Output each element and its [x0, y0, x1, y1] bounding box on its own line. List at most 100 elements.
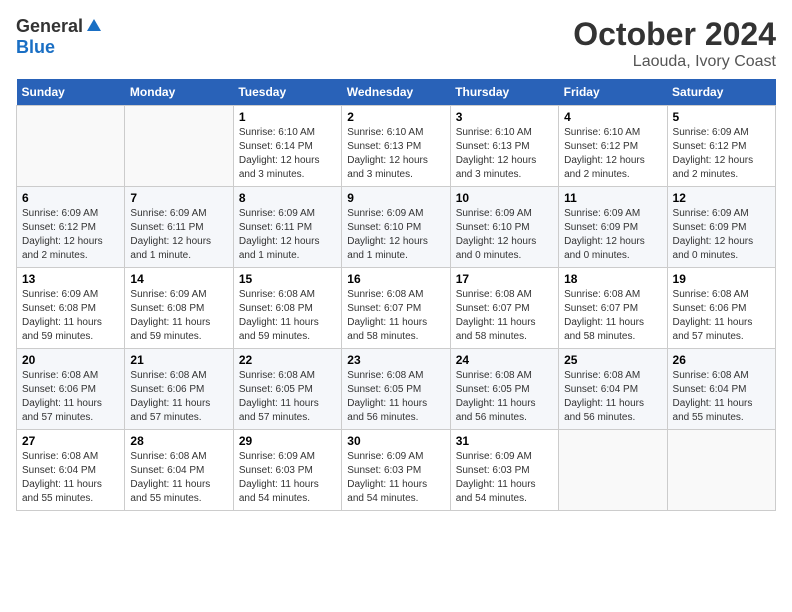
calendar-cell: 1 Sunrise: 6:10 AM Sunset: 6:14 PM Daylig…	[233, 106, 341, 187]
day-info: Sunrise: 6:08 AM Sunset: 6:05 PM Dayligh…	[239, 369, 336, 425]
calendar-cell: 2 Sunrise: 6:10 AM Sunset: 6:13 PM Daylig…	[342, 106, 450, 187]
weekday-header-sunday: Sunday	[17, 79, 125, 106]
day-number: 25	[564, 353, 661, 367]
calendar-cell: 31 Sunrise: 6:09 AM Sunset: 6:03 PM Dayli…	[450, 430, 558, 511]
day-info: Sunrise: 6:08 AM Sunset: 6:07 PM Dayligh…	[456, 288, 553, 344]
logo-icon	[85, 17, 103, 35]
day-number: 3	[456, 110, 553, 124]
day-info: Sunrise: 6:10 AM Sunset: 6:13 PM Dayligh…	[456, 126, 553, 182]
calendar-cell: 29Sunrise: 6:09 AM Sunset: 6:03 PM Dayli…	[233, 430, 341, 511]
weekday-header-wednesday: Wednesday	[342, 79, 450, 106]
calendar-cell: 19Sunrise: 6:08 AM Sunset: 6:06 PM Dayli…	[667, 268, 775, 349]
calendar-subtitle: Laouda, Ivory Coast	[573, 53, 776, 71]
logo-general-text: General	[16, 16, 83, 37]
day-info: Sunrise: 6:09 AM Sunset: 6:08 PM Dayligh…	[130, 288, 227, 344]
weekday-header-thursday: Thursday	[450, 79, 558, 106]
day-number: 17	[456, 272, 553, 286]
calendar-cell: 21 Sunrise: 6:08 AM Sunset: 6:06 PM Dayli…	[125, 349, 233, 430]
calendar-cell: 12 Sunrise: 6:09 AM Sunset: 6:09 PM Dayli…	[667, 187, 775, 268]
calendar-cell: 10 Sunrise: 6:09 AM Sunset: 6:10 PM Dayli…	[450, 187, 558, 268]
calendar-table: SundayMondayTuesdayWednesdayThursdayFrid…	[16, 79, 776, 511]
day-info: Sunrise: 6:09 AM Sunset: 6:09 PM Dayligh…	[673, 207, 770, 263]
day-number: 14	[130, 272, 227, 286]
day-number: 13	[22, 272, 119, 286]
day-number: 26	[673, 353, 770, 367]
weekday-header-monday: Monday	[125, 79, 233, 106]
calendar-cell: 30Sunrise: 6:09 AM Sunset: 6:03 PM Dayli…	[342, 430, 450, 511]
day-number: 16	[347, 272, 444, 286]
calendar-cell: 7 Sunrise: 6:09 AM Sunset: 6:11 PM Daylig…	[125, 187, 233, 268]
day-info: Sunrise: 6:09 AM Sunset: 6:11 PM Dayligh…	[239, 207, 336, 263]
header: General Blue October 2024 Laouda, Ivory …	[16, 16, 776, 71]
calendar-cell: 22Sunrise: 6:08 AM Sunset: 6:05 PM Dayli…	[233, 349, 341, 430]
weekday-header-tuesday: Tuesday	[233, 79, 341, 106]
day-info: Sunrise: 6:09 AM Sunset: 6:03 PM Dayligh…	[456, 450, 553, 506]
day-number: 15	[239, 272, 336, 286]
calendar-cell: 11Sunrise: 6:09 AM Sunset: 6:09 PM Dayli…	[559, 187, 667, 268]
day-info: Sunrise: 6:08 AM Sunset: 6:04 PM Dayligh…	[673, 369, 770, 425]
day-info: Sunrise: 6:08 AM Sunset: 6:08 PM Dayligh…	[239, 288, 336, 344]
calendar-cell: 23 Sunrise: 6:08 AM Sunset: 6:05 PM Dayli…	[342, 349, 450, 430]
calendar-cell: 27 Sunrise: 6:08 AM Sunset: 6:04 PM Dayli…	[17, 430, 125, 511]
logo-blue-text: Blue	[16, 37, 55, 58]
day-info: Sunrise: 6:08 AM Sunset: 6:06 PM Dayligh…	[130, 369, 227, 425]
calendar-cell: 15 Sunrise: 6:08 AM Sunset: 6:08 PM Dayli…	[233, 268, 341, 349]
calendar-cell: 20Sunrise: 6:08 AM Sunset: 6:06 PM Dayli…	[17, 349, 125, 430]
day-number: 28	[130, 434, 227, 448]
calendar-cell	[667, 430, 775, 511]
week-row-0: 1 Sunrise: 6:10 AM Sunset: 6:14 PM Daylig…	[17, 106, 776, 187]
week-row-3: 20Sunrise: 6:08 AM Sunset: 6:06 PM Dayli…	[17, 349, 776, 430]
calendar-cell: 6 Sunrise: 6:09 AM Sunset: 6:12 PM Daylig…	[17, 187, 125, 268]
day-info: Sunrise: 6:09 AM Sunset: 6:12 PM Dayligh…	[22, 207, 119, 263]
day-number: 1	[239, 110, 336, 124]
day-info: Sunrise: 6:08 AM Sunset: 6:06 PM Dayligh…	[673, 288, 770, 344]
day-info: Sunrise: 6:10 AM Sunset: 6:12 PM Dayligh…	[564, 126, 661, 182]
day-number: 24	[456, 353, 553, 367]
day-info: Sunrise: 6:09 AM Sunset: 6:11 PM Dayligh…	[130, 207, 227, 263]
calendar-cell	[559, 430, 667, 511]
day-info: Sunrise: 6:08 AM Sunset: 6:04 PM Dayligh…	[22, 450, 119, 506]
day-info: Sunrise: 6:08 AM Sunset: 6:04 PM Dayligh…	[564, 369, 661, 425]
day-info: Sunrise: 6:09 AM Sunset: 6:03 PM Dayligh…	[347, 450, 444, 506]
calendar-cell: 4Sunrise: 6:10 AM Sunset: 6:12 PM Daylig…	[559, 106, 667, 187]
day-info: Sunrise: 6:09 AM Sunset: 6:10 PM Dayligh…	[456, 207, 553, 263]
day-info: Sunrise: 6:09 AM Sunset: 6:08 PM Dayligh…	[22, 288, 119, 344]
weekday-header-row: SundayMondayTuesdayWednesdayThursdayFrid…	[17, 79, 776, 106]
day-info: Sunrise: 6:10 AM Sunset: 6:13 PM Dayligh…	[347, 126, 444, 182]
day-number: 18	[564, 272, 661, 286]
day-info: Sunrise: 6:10 AM Sunset: 6:14 PM Dayligh…	[239, 126, 336, 182]
calendar-cell: 28 Sunrise: 6:08 AM Sunset: 6:04 PM Dayli…	[125, 430, 233, 511]
day-info: Sunrise: 6:08 AM Sunset: 6:07 PM Dayligh…	[564, 288, 661, 344]
logo: General Blue	[16, 16, 103, 58]
calendar-cell: 13 Sunrise: 6:09 AM Sunset: 6:08 PM Dayli…	[17, 268, 125, 349]
day-number: 21	[130, 353, 227, 367]
calendar-cell: 8 Sunrise: 6:09 AM Sunset: 6:11 PM Daylig…	[233, 187, 341, 268]
title-area: October 2024 Laouda, Ivory Coast	[573, 16, 776, 71]
calendar-cell: 3 Sunrise: 6:10 AM Sunset: 6:13 PM Daylig…	[450, 106, 558, 187]
day-info: Sunrise: 6:08 AM Sunset: 6:06 PM Dayligh…	[22, 369, 119, 425]
day-info: Sunrise: 6:09 AM Sunset: 6:10 PM Dayligh…	[347, 207, 444, 263]
calendar-cell: 16 Sunrise: 6:08 AM Sunset: 6:07 PM Dayli…	[342, 268, 450, 349]
calendar-cell: 26 Sunrise: 6:08 AM Sunset: 6:04 PM Dayli…	[667, 349, 775, 430]
calendar-cell: 9 Sunrise: 6:09 AM Sunset: 6:10 PM Daylig…	[342, 187, 450, 268]
day-number: 27	[22, 434, 119, 448]
day-info: Sunrise: 6:08 AM Sunset: 6:05 PM Dayligh…	[347, 369, 444, 425]
calendar-cell: 25 Sunrise: 6:08 AM Sunset: 6:04 PM Dayli…	[559, 349, 667, 430]
week-row-4: 27 Sunrise: 6:08 AM Sunset: 6:04 PM Dayli…	[17, 430, 776, 511]
day-number: 23	[347, 353, 444, 367]
day-number: 10	[456, 191, 553, 205]
calendar-cell	[17, 106, 125, 187]
day-number: 31	[456, 434, 553, 448]
day-info: Sunrise: 6:08 AM Sunset: 6:04 PM Dayligh…	[130, 450, 227, 506]
calendar-cell: 17 Sunrise: 6:08 AM Sunset: 6:07 PM Dayli…	[450, 268, 558, 349]
calendar-cell: 18 Sunrise: 6:08 AM Sunset: 6:07 PM Dayli…	[559, 268, 667, 349]
day-number: 6	[22, 191, 119, 205]
day-number: 8	[239, 191, 336, 205]
day-number: 2	[347, 110, 444, 124]
day-number: 5	[673, 110, 770, 124]
day-number: 9	[347, 191, 444, 205]
calendar-cell: 14 Sunrise: 6:09 AM Sunset: 6:08 PM Dayli…	[125, 268, 233, 349]
day-info: Sunrise: 6:08 AM Sunset: 6:07 PM Dayligh…	[347, 288, 444, 344]
day-number: 7	[130, 191, 227, 205]
day-number: 12	[673, 191, 770, 205]
